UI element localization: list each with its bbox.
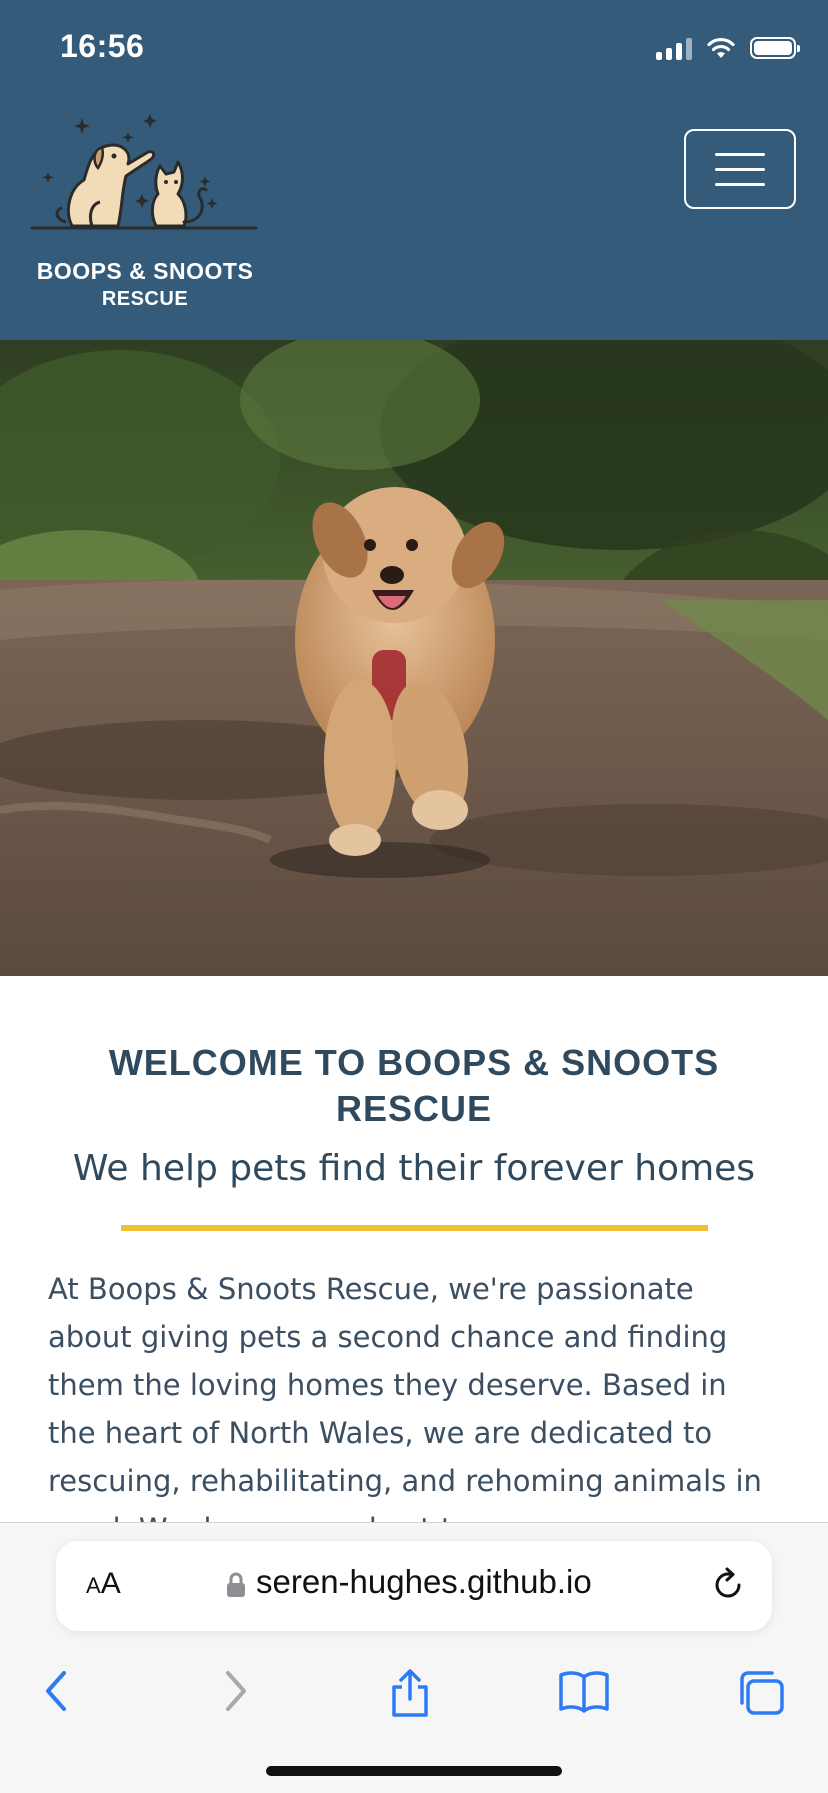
hamburger-menu-icon xyxy=(715,152,765,156)
intro-paragraph: At Boops & Snoots Rescue, we're passiona… xyxy=(48,1272,762,1546)
url-text: seren-hughes.github.io xyxy=(256,1563,592,1600)
welcome-heading: WELCOME TO BOOPS & SNOOTS RESCUE xyxy=(108,1042,720,1129)
lock-icon xyxy=(227,1572,245,1597)
bookmarks-icon[interactable] xyxy=(558,1669,610,1713)
text-size-button[interactable]: AA xyxy=(86,1567,121,1601)
dog-and-cat-logo-icon xyxy=(30,114,258,230)
welcome-subheading: We help pets find their forever homes xyxy=(72,1148,756,1189)
home-indicator[interactable] xyxy=(266,1766,562,1776)
share-icon[interactable] xyxy=(388,1669,432,1719)
brand-subtitle: RESCUE xyxy=(101,288,189,310)
cellular-signal-icon xyxy=(656,36,692,60)
site-header: 16:56 BOOPS & SNOOTS RESCUE xyxy=(0,0,828,340)
navigation-toolbar xyxy=(0,1653,828,1753)
brand-name: BOOPS & SNOOTS xyxy=(36,258,254,284)
reload-icon[interactable] xyxy=(710,1567,746,1603)
status-time: 16:56 xyxy=(60,28,145,64)
tabs-icon[interactable] xyxy=(736,1669,786,1717)
address-bar[interactable]: AA seren-hughes.github.io xyxy=(56,1541,772,1631)
browser-toolbar: AA seren-hughes.github.io xyxy=(0,1522,828,1793)
running-dog-photo xyxy=(0,340,828,976)
hero-image xyxy=(0,340,828,976)
site-logo[interactable] xyxy=(30,110,260,240)
menu-toggle-button[interactable] xyxy=(684,129,796,209)
status-icons xyxy=(656,36,800,60)
back-icon[interactable] xyxy=(42,1669,72,1713)
wifi-icon xyxy=(707,37,735,58)
section-divider xyxy=(121,1225,708,1231)
battery-icon xyxy=(750,37,800,59)
forward-icon[interactable] xyxy=(220,1669,250,1713)
